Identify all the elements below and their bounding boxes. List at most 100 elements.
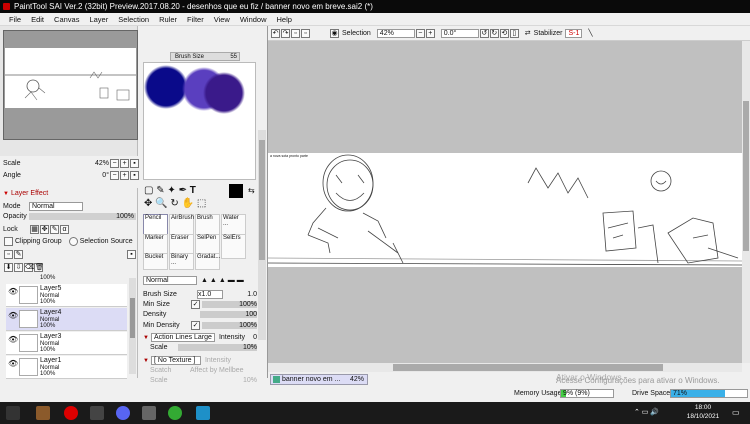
primary-color-swatch[interactable] [229,184,243,198]
min-size-slider[interactable]: 100% [202,301,257,308]
file-explorer-icon[interactable] [36,406,50,420]
toolbar-btn-icon[interactable]: ▫ [301,28,310,38]
menu-layer[interactable]: Layer [89,15,108,24]
zoom-out-icon[interactable]: − [415,28,425,38]
document-tab[interactable]: banner novo em ... 42% [270,374,368,385]
lock-paint-icon[interactable]: ✎ [50,225,59,234]
mode-select[interactable]: Normal [29,202,83,211]
rotate-cw-icon[interactable]: ↻ [489,28,499,38]
rotate-left-button[interactable]: − [110,170,119,180]
brush-size-bar[interactable]: Brush Size 55 [170,52,240,61]
layer-scrollbar[interactable] [129,278,136,374]
transfer-down-icon[interactable]: ⬇ [4,263,13,272]
tool-bucket[interactable]: Bucket [143,253,168,270]
notifications-icon[interactable]: ▭ [732,408,740,417]
min-size-checkbox[interactable]: ✓ [191,300,200,309]
move-icon[interactable]: ✥ [144,198,152,209]
layer-row-layer5[interactable]: 👁 Layer5 Normal 100% [6,284,127,307]
visibility-eye-icon[interactable]: 👁 [8,359,18,368]
fill-icon[interactable]: ⬚ [197,198,206,209]
zoom-icon[interactable]: 🔍 [155,198,167,209]
menu-file[interactable]: File [9,15,21,24]
min-density-slider[interactable]: 100% [202,322,257,329]
menu-edit[interactable]: Edit [31,15,44,24]
scale-setting-slider[interactable]: 10% [178,344,257,351]
rect-select-icon[interactable]: ▢ [144,185,153,196]
menu-ruler[interactable]: Ruler [159,15,177,24]
redo-icon[interactable]: ↷ [281,28,290,38]
visibility-eye-icon[interactable]: 👁 [8,311,18,320]
undo-icon[interactable]: ↶ [271,28,280,38]
tool-binary[interactable]: Binary ... [169,253,194,270]
zoom-select[interactable]: 42% [376,28,415,38]
brush-shape-icons[interactable]: ▲▲▲▬▬ [201,277,246,284]
visibility-eye-icon[interactable]: 👁 [8,335,18,344]
clock-time[interactable]: 18:00 [688,404,718,411]
selection-source-radio[interactable] [68,237,78,246]
canvas-document[interactable]: a nova sota pronto parte [267,153,743,267]
layer-row-layer1[interactable]: 👁 Layer1 Normal 100% [6,356,127,379]
layer-panel-menu-icon[interactable]: ▪ [127,250,136,259]
rotate-reset-icon[interactable]: ⟲ [499,28,509,38]
swap-colors-icon[interactable]: ⇆ [248,186,255,195]
layer-row-layer3[interactable]: 👁 Layer3 Normal 100% [6,332,127,355]
toolbar-btn-icon[interactable]: ▫ [291,28,300,38]
lasso-icon[interactable]: ✎ [156,185,164,196]
store-icon[interactable] [90,406,104,420]
texture-select[interactable]: [ No Texture ] [150,356,201,365]
scratchpad[interactable] [143,62,256,180]
horizontal-scrollbar[interactable] [268,363,742,372]
menu-selection[interactable]: Selection [118,15,149,24]
navigator-thumbnail[interactable] [5,48,136,108]
discord-icon[interactable] [116,406,130,420]
flip-icon[interactable]: ▯ [509,28,519,38]
tool-panel-scrollbar[interactable] [258,130,266,340]
menu-help[interactable]: Help [277,15,292,24]
lock-pixels-icon[interactable]: ▦ [30,225,39,234]
merge-down-icon[interactable]: ⇩ [14,263,23,272]
brush-size-multiplier[interactable]: x1.0 [197,290,223,299]
text-tool-icon[interactable]: T [190,185,196,196]
min-density-checkbox[interactable]: ✓ [191,321,200,330]
zoom-out-button[interactable]: − [110,158,119,168]
layer-row-layer4[interactable]: 👁 Layer4 Normal 100% [6,308,127,331]
tool-gradation[interactable]: Gradat... [195,253,220,270]
lock-move-icon[interactable]: ✥ [40,225,49,234]
menu-view[interactable]: View [214,15,230,24]
tray-icons[interactable]: ⌃ ▭ 🔊 [634,408,659,416]
menu-filter[interactable]: Filter [187,15,204,24]
zoom-reset-button[interactable]: ▪ [130,158,139,168]
line-tool-icon[interactable]: ╲ [588,29,592,37]
opacity-slider[interactable]: 100% [29,213,136,220]
rotation-select[interactable]: 0.0° [440,28,479,38]
rotate-ccw-icon[interactable]: ↺ [479,28,489,38]
rotate-icon[interactable]: ↻ [170,198,178,209]
visibility-eye-icon[interactable]: 👁 [8,287,18,296]
tool-selers[interactable]: SelErs [221,234,246,259]
rotate-right-button[interactable]: + [120,170,129,180]
facebook-icon[interactable] [196,406,210,420]
delete-layer-icon[interactable]: 🗑 [34,263,44,272]
action-lines-select[interactable]: Action Lines Large [150,333,215,342]
layer-effect-header[interactable]: ▼ Layer Effect [3,190,48,197]
new-linework-icon[interactable]: ✎ [14,250,23,259]
zoom-in-icon[interactable]: + [425,28,435,38]
blend-mode-select[interactable]: Normal [143,276,197,285]
clear-layer-icon[interactable]: ⌫ [24,263,35,272]
start-icon[interactable] [6,406,20,420]
settings-icon[interactable] [142,406,156,420]
vertical-scrollbar[interactable] [742,41,750,363]
hand-icon[interactable]: ✋ [182,198,194,209]
selection-toggle-icon[interactable]: ◉ [330,28,339,38]
zoom-in-button[interactable]: + [120,158,129,168]
opera-icon[interactable] [64,406,78,420]
menu-canvas[interactable]: Canvas [54,15,79,24]
new-layer-icon[interactable]: ▫ [4,250,13,259]
magic-wand-icon[interactable]: ✦ [167,185,175,196]
stabilizer-select[interactable]: S-1 [565,28,583,38]
rotate-reset-button[interactable]: ▪ [130,170,139,180]
density-slider[interactable]: 100 [200,311,257,318]
menu-window[interactable]: Window [240,15,267,24]
clock-date[interactable]: 18/10/2021 [684,413,722,420]
eyedropper-icon[interactable]: ✒ [179,185,187,196]
